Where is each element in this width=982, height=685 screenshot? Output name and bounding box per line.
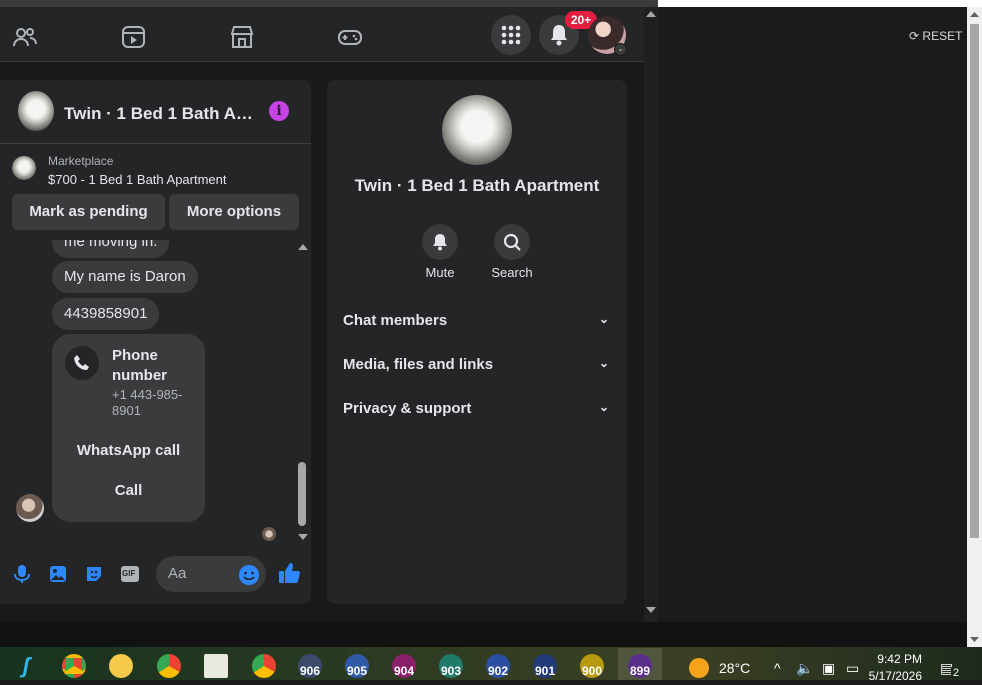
taskbar-app-label: 903 <box>440 664 462 678</box>
mute-label: Mute <box>425 265 455 280</box>
people-icon[interactable] <box>12 25 38 49</box>
marketplace-icon[interactable] <box>229 25 255 49</box>
taskbar-app-label: 901 <box>534 664 556 678</box>
more-options-button[interactable]: More options <box>169 194 299 230</box>
app-icon[interactable] <box>109 654 133 678</box>
chat-scroll-thumb[interactable] <box>298 462 306 526</box>
chrome-icon[interactable] <box>252 654 276 678</box>
phone-icon <box>65 346 99 380</box>
sticker-icon[interactable] <box>84 564 104 584</box>
mic-icon[interactable] <box>12 564 32 584</box>
chat-title[interactable]: Twin · 1 Bed 1 Bath Ap··· <box>64 104 254 124</box>
emoji-icon[interactable] <box>238 564 259 585</box>
browser-top-strip <box>0 0 658 7</box>
chat-members-section[interactable]: Chat members ⌄ <box>343 312 613 329</box>
message-bubble: My name is Daron <box>52 261 198 293</box>
chrome-icon[interactable] <box>157 654 181 678</box>
notepad-icon[interactable] <box>204 654 228 678</box>
app-icon[interactable]: ʃ <box>14 654 38 678</box>
side-pane <box>658 7 967 622</box>
chevron-down-icon[interactable]: ⌄ <box>614 43 627 56</box>
info-title: Twin · 1 Bed 1 Bath Apartment <box>354 176 600 195</box>
listing-photo[interactable] <box>442 95 512 165</box>
like-icon[interactable] <box>278 562 300 584</box>
taskbar-app-label: 902 <box>487 664 509 678</box>
page-scrollbar[interactable] <box>644 7 658 622</box>
taskbar-app-label: 899 <box>629 664 651 678</box>
marketplace-thumbnail <box>12 156 36 180</box>
taskbar-app-label: 904 <box>393 664 415 678</box>
taskbar-app-label: 906 <box>299 664 321 678</box>
mic-tray-icon[interactable]: ▣ <box>822 660 835 677</box>
phone-card-title: Phone number <box>112 347 168 384</box>
clock-time: 9:42 PM <box>877 652 922 666</box>
search-label: Search <box>491 265 533 280</box>
gaming-icon[interactable] <box>337 25 363 49</box>
image-icon[interactable] <box>48 564 68 584</box>
whatsapp-call-button[interactable]: WhatsApp call <box>67 435 190 467</box>
temperature[interactable]: 28°C <box>719 660 750 676</box>
reset-button[interactable]: ⟳ RESET <box>909 29 962 43</box>
section-label: Media, files and links <box>343 356 494 373</box>
chevron-up-icon[interactable]: ^ <box>774 660 781 676</box>
listing-price[interactable]: $700 - 1 Bed 1 Bath Apartment <box>48 172 227 187</box>
sender-avatar <box>16 494 44 522</box>
section-label: Chat members <box>343 312 448 329</box>
window-scroll-thumb[interactable] <box>970 24 979 538</box>
media-files-section[interactable]: Media, files and links ⌄ <box>343 356 613 373</box>
chevron-down-icon: ⌄ <box>598 312 609 326</box>
reels-icon[interactable] <box>121 25 147 49</box>
gif-label: GIF <box>122 569 136 578</box>
search-button[interactable] <box>494 224 530 260</box>
taskbar-app-label: 900 <box>581 664 603 678</box>
section-label: Privacy & support <box>343 400 472 417</box>
mark-pending-button[interactable]: Mark as pending <box>12 194 165 230</box>
info-icon[interactable]: i <box>269 101 289 121</box>
chevron-down-icon: ⌄ <box>598 356 609 370</box>
browser-top-bar <box>658 0 982 7</box>
chevron-down-icon: ⌄ <box>598 400 609 414</box>
phone-card-number: +1 443-985-8901 <box>112 387 183 418</box>
message-bubble: 4439858901 <box>52 298 160 330</box>
weather-icon[interactable] <box>689 658 709 678</box>
seen-receipt-avatar <box>262 527 276 541</box>
clock-date: 5/17/2026 <box>868 669 922 683</box>
refresh-icon: ⟳ <box>909 29 920 43</box>
chrome-icon[interactable] <box>62 654 86 678</box>
grid-menu-icon[interactable] <box>491 15 531 55</box>
gif-icon[interactable]: GIF <box>120 564 140 584</box>
reset-label: RESET <box>922 29 963 43</box>
notification-count: 2 <box>951 667 962 679</box>
message-bubble: me moving in. <box>52 240 170 258</box>
network-icon[interactable]: ▭ <box>846 660 859 677</box>
privacy-support-section[interactable]: Privacy & support ⌄ <box>343 400 613 417</box>
marketplace-label: Marketplace <box>48 154 114 168</box>
speaker-icon[interactable]: 🔈 <box>796 660 813 677</box>
listing-thumbnail[interactable] <box>18 91 54 131</box>
call-button[interactable]: Call <box>67 475 190 507</box>
bottom-strip <box>0 622 967 647</box>
mute-button[interactable] <box>422 224 458 260</box>
taskbar-app-label: 905 <box>346 664 368 678</box>
